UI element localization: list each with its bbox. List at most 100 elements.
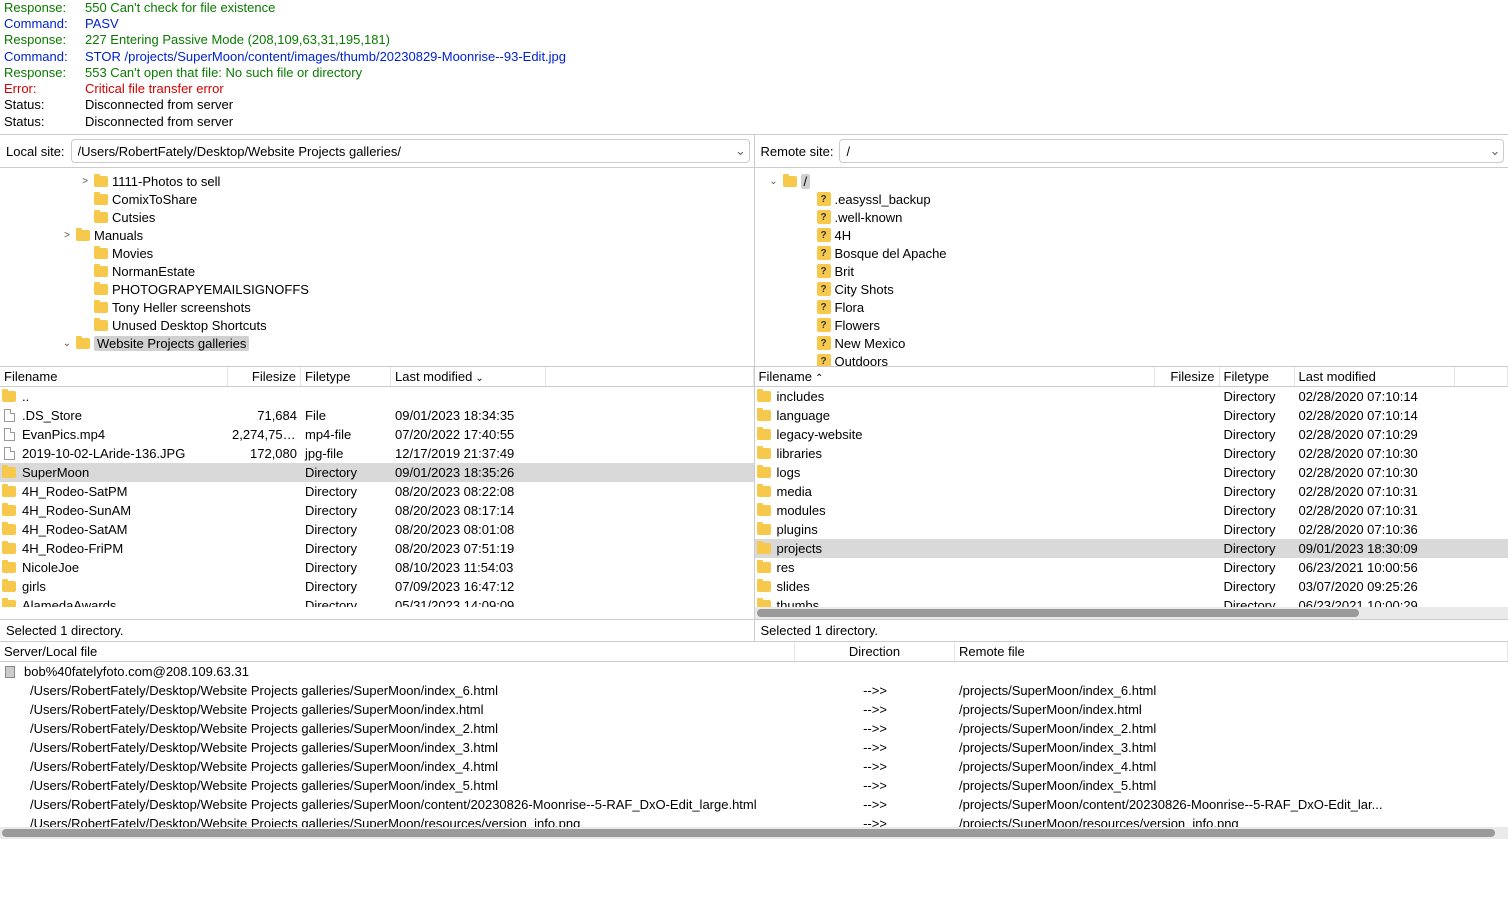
- file-row[interactable]: includesDirectory02/28/2020 07:10:14: [755, 387, 1508, 406]
- unknown-folder-icon: ?: [817, 246, 831, 260]
- message-log[interactable]: Command:CWD /projects/SuperMoon/content/…: [0, 0, 1508, 135]
- folder-icon: [2, 524, 16, 535]
- file-row[interactable]: librariesDirectory02/28/2020 07:10:30: [755, 444, 1508, 463]
- tree-item[interactable]: >Manuals: [0, 226, 754, 244]
- tree-item-label: Flora: [835, 300, 865, 315]
- transfer-queue[interactable]: bob%40fatelyfoto.com@208.109.63.31/Users…: [0, 662, 1508, 827]
- file-modified: 08/20/2023 07:51:19: [391, 541, 546, 556]
- tree-item[interactable]: Unused Desktop Shortcuts: [0, 316, 754, 334]
- col-remote-file[interactable]: Remote file: [955, 642, 1508, 661]
- tree-item[interactable]: ⌄/: [755, 172, 1508, 190]
- file-row[interactable]: 4H_Rodeo-SunAMDirectory08/20/2023 08:17:…: [0, 501, 754, 520]
- queue-item[interactable]: /Users/RobertFately/Desktop/Website Proj…: [0, 776, 1508, 795]
- remote-list-header[interactable]: Filename⌃ Filesize Filetype Last modifie…: [755, 367, 1508, 387]
- queue-header[interactable]: Server/Local file Direction Remote file: [0, 642, 1508, 662]
- disclosure-icon[interactable]: >: [62, 230, 72, 241]
- queue-remote-file: /projects/SuperMoon/index_4.html: [955, 759, 1508, 774]
- tree-item[interactable]: Cutsies: [0, 208, 754, 226]
- local-list-header[interactable]: Filename Filesize Filetype Last modified…: [0, 367, 754, 387]
- queue-item[interactable]: /Users/RobertFately/Desktop/Website Proj…: [0, 738, 1508, 757]
- folder-icon: [757, 543, 771, 554]
- queue-item[interactable]: /Users/RobertFately/Desktop/Website Proj…: [0, 757, 1508, 776]
- tree-item[interactable]: ?Flowers: [755, 316, 1508, 334]
- remote-tree[interactable]: ⌄/?.easyssl_backup?.well-known?4H?Bosque…: [755, 168, 1508, 366]
- file-row[interactable]: slidesDirectory03/07/2020 09:25:26: [755, 577, 1508, 596]
- file-row[interactable]: modulesDirectory02/28/2020 07:10:31: [755, 501, 1508, 520]
- col-filesize[interactable]: Filesize: [1155, 367, 1220, 386]
- col-filesize[interactable]: Filesize: [228, 367, 301, 386]
- file-row[interactable]: legacy-websiteDirectory02/28/2020 07:10:…: [755, 425, 1508, 444]
- queue-item[interactable]: /Users/RobertFately/Desktop/Website Proj…: [0, 700, 1508, 719]
- tree-item[interactable]: ?4H: [755, 226, 1508, 244]
- file-type: Directory: [301, 560, 391, 575]
- file-modified: 02/28/2020 07:10:29: [1295, 427, 1455, 442]
- queue-item[interactable]: /Users/RobertFately/Desktop/Website Proj…: [0, 795, 1508, 814]
- remote-site-input[interactable]: [839, 139, 1504, 163]
- local-file-rows[interactable]: ...DS_Store71,684File09/01/2023 18:34:35…: [0, 387, 754, 607]
- tree-item[interactable]: ?.easyssl_backup: [755, 190, 1508, 208]
- queue-item[interactable]: /Users/RobertFately/Desktop/Website Proj…: [0, 719, 1508, 738]
- tree-item[interactable]: ?City Shots: [755, 280, 1508, 298]
- tree-item[interactable]: PHOTOGRAPYEMAILSIGNOFFS: [0, 280, 754, 298]
- file-modified: 06/23/2021 10:00:56: [1295, 560, 1455, 575]
- file-row[interactable]: girlsDirectory07/09/2023 16:47:12: [0, 577, 754, 596]
- col-filetype[interactable]: Filetype: [301, 367, 391, 386]
- disclosure-icon[interactable]: ⌄: [62, 338, 72, 349]
- tree-item[interactable]: >1111-Photos to sell: [0, 172, 754, 190]
- col-last-modified[interactable]: Last modified⌄: [391, 367, 546, 386]
- file-row[interactable]: 2019-10-02-LAride-136.JPG172,080jpg-file…: [0, 444, 754, 463]
- tree-item[interactable]: ?Brit: [755, 262, 1508, 280]
- disclosure-icon[interactable]: ⌄: [769, 176, 779, 187]
- horizontal-scrollbar[interactable]: [0, 827, 1508, 839]
- col-last-modified[interactable]: Last modified: [1295, 367, 1455, 386]
- file-row[interactable]: mediaDirectory02/28/2020 07:10:31: [755, 482, 1508, 501]
- file-row[interactable]: SuperMoonDirectory09/01/2023 18:35:26: [0, 463, 754, 482]
- tree-item[interactable]: Movies: [0, 244, 754, 262]
- tree-item-label: .easyssl_backup: [835, 192, 931, 207]
- tree-item[interactable]: ?Bosque del Apache: [755, 244, 1508, 262]
- file-row[interactable]: EvanPics.mp42,274,753...mp4-file07/20/20…: [0, 425, 754, 444]
- file-row[interactable]: logsDirectory02/28/2020 07:10:30: [755, 463, 1508, 482]
- tree-item[interactable]: ComixToShare: [0, 190, 754, 208]
- tree-item[interactable]: ?.well-known: [755, 208, 1508, 226]
- tree-item[interactable]: ⌄Website Projects galleries: [0, 334, 754, 352]
- file-row[interactable]: projectsDirectory09/01/2023 18:30:09: [755, 539, 1508, 558]
- file-row[interactable]: thumbsDirectory06/23/2021 10:00:29: [755, 596, 1508, 607]
- remote-file-rows[interactable]: includesDirectory02/28/2020 07:10:14lang…: [755, 387, 1508, 607]
- file-modified: 02/28/2020 07:10:14: [1295, 389, 1455, 404]
- remote-site-label: Remote site:: [761, 144, 834, 159]
- queue-local-file: /Users/RobertFately/Desktop/Website Proj…: [24, 721, 498, 736]
- file-row[interactable]: .DS_Store71,684File09/01/2023 18:34:35: [0, 406, 754, 425]
- log-label: Response:: [4, 65, 79, 81]
- file-row[interactable]: pluginsDirectory02/28/2020 07:10:36: [755, 520, 1508, 539]
- col-filename[interactable]: Filename⌃: [755, 367, 1155, 386]
- file-row[interactable]: resDirectory06/23/2021 10:00:56: [755, 558, 1508, 577]
- file-row[interactable]: languageDirectory02/28/2020 07:10:14: [755, 406, 1508, 425]
- horizontal-scrollbar[interactable]: [755, 607, 1508, 619]
- tree-item[interactable]: ?Outdoors: [755, 352, 1508, 366]
- col-filename[interactable]: Filename: [0, 367, 228, 386]
- queue-server-row[interactable]: bob%40fatelyfoto.com@208.109.63.31: [0, 662, 1508, 681]
- col-server-local-file[interactable]: Server/Local file: [0, 642, 795, 661]
- disclosure-icon[interactable]: >: [80, 176, 90, 187]
- col-direction[interactable]: Direction: [795, 642, 955, 661]
- local-tree[interactable]: >1111-Photos to sellComixToShareCutsies>…: [0, 168, 755, 366]
- file-row[interactable]: 4H_Rodeo-SatPMDirectory08/20/2023 08:22:…: [0, 482, 754, 501]
- local-site-input[interactable]: [71, 139, 750, 163]
- tree-item[interactable]: ?New Mexico: [755, 334, 1508, 352]
- file-row[interactable]: NicoleJoeDirectory08/10/2023 11:54:03: [0, 558, 754, 577]
- queue-item[interactable]: /Users/RobertFately/Desktop/Website Proj…: [0, 814, 1508, 827]
- file-row[interactable]: 4H_Rodeo-SatAMDirectory08/20/2023 08:01:…: [0, 520, 754, 539]
- queue-remote-file: /projects/SuperMoon/index_5.html: [955, 778, 1508, 793]
- tree-item[interactable]: Tony Heller screenshots: [0, 298, 754, 316]
- file-row[interactable]: AlamedaAwardsDirectory05/31/2023 14:09:0…: [0, 596, 754, 607]
- tree-item-label: Flowers: [835, 318, 881, 333]
- file-row[interactable]: 4H_Rodeo-FriPMDirectory08/20/2023 07:51:…: [0, 539, 754, 558]
- tree-item[interactable]: NormanEstate: [0, 262, 754, 280]
- col-filetype[interactable]: Filetype: [1220, 367, 1295, 386]
- file-row[interactable]: ..: [0, 387, 754, 406]
- queue-item[interactable]: /Users/RobertFately/Desktop/Website Proj…: [0, 681, 1508, 700]
- folder-icon: [2, 562, 16, 573]
- tree-item[interactable]: ?Flora: [755, 298, 1508, 316]
- queue-direction: -->>: [795, 797, 955, 812]
